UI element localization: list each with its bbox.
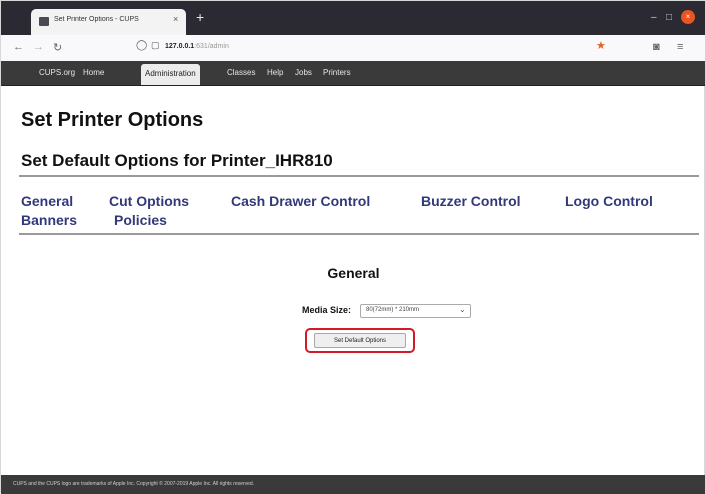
browser-tab[interactable]: Set Printer Options - CUPS × [31, 9, 186, 35]
address-bar[interactable]: ◯ ▢ 127.0.0.1:631/admin [126, 39, 616, 57]
back-arrow-icon[interactable]: ← [13, 41, 24, 53]
chevron-down-icon: ⌄ [459, 305, 466, 314]
maximize-icon[interactable]: □ [666, 12, 672, 23]
nav-administration[interactable]: Administration [141, 64, 200, 85]
divider-top [19, 175, 699, 177]
section-title-general: General [327, 265, 380, 281]
media-size-label: Media Size: [302, 305, 352, 315]
divider-bottom [19, 233, 699, 235]
nav-printers[interactable]: Printers [319, 61, 355, 85]
nav-home[interactable]: Home [79, 61, 108, 85]
link-cut-options[interactable]: Cut Options [109, 193, 189, 209]
link-logo-control[interactable]: Logo Control [565, 193, 653, 209]
footer: CUPS and the CUPS logo are trademarks of… [1, 475, 705, 494]
nav-help[interactable]: Help [263, 61, 287, 85]
nav-cups-org[interactable]: CUPS.org [35, 61, 79, 85]
reload-icon[interactable]: ↻ [53, 41, 62, 54]
printer-subtitle: Set Default Options for Printer_IHR810 [21, 151, 333, 170]
link-cash-drawer-control[interactable]: Cash Drawer Control [231, 193, 370, 209]
nav-jobs[interactable]: Jobs [291, 61, 316, 85]
navigation-bar: ← → ↻ ◯ ▢ 127.0.0.1:631/admin ★ ◙ ≡ [1, 35, 705, 62]
footer-text: CUPS and the CUPS logo are trademarks of… [13, 481, 255, 487]
cups-menu-bar: CUPS.org Home Administration Classes Hel… [1, 61, 705, 86]
minimize-icon[interactable]: – [651, 12, 657, 23]
bookmark-star-icon[interactable]: ★ [596, 39, 606, 52]
printer-favicon-icon [39, 17, 49, 26]
window-close-icon[interactable]: × [681, 10, 695, 24]
nav-classes[interactable]: Classes [223, 61, 259, 85]
url-host: 127.0.0.1 [165, 43, 195, 50]
link-policies[interactable]: Policies [114, 212, 167, 228]
pocket-icon[interactable]: ◙ [653, 41, 660, 53]
browser-window: Set Printer Options - CUPS × + – □ × ← →… [0, 0, 705, 494]
page-title: Set Printer Options [21, 109, 204, 131]
menu-icon[interactable]: ≡ [677, 41, 683, 53]
url-text: 127.0.0.1:631/admin [165, 43, 229, 50]
link-banners[interactable]: Banners [21, 212, 77, 228]
title-bar: Set Printer Options - CUPS × + – □ × [1, 1, 705, 35]
tracking-shield-icon[interactable]: ◯ [136, 40, 147, 51]
media-size-select[interactable]: 80(72mm) * 210mm ⌄ [360, 304, 471, 318]
new-tab-button[interactable]: + [196, 9, 204, 25]
media-size-value: 80(72mm) * 210mm [366, 307, 420, 313]
link-buzzer-control[interactable]: Buzzer Control [421, 193, 521, 209]
url-path: :631/admin [194, 43, 229, 50]
link-general[interactable]: General [21, 193, 73, 209]
forward-arrow-icon[interactable]: → [33, 41, 44, 53]
page-info-icon[interactable]: ▢ [151, 40, 160, 51]
tab-title: Set Printer Options - CUPS [54, 16, 139, 23]
tab-close-icon[interactable]: × [173, 14, 178, 24]
set-default-options-button[interactable]: Set Default Options [314, 333, 406, 348]
